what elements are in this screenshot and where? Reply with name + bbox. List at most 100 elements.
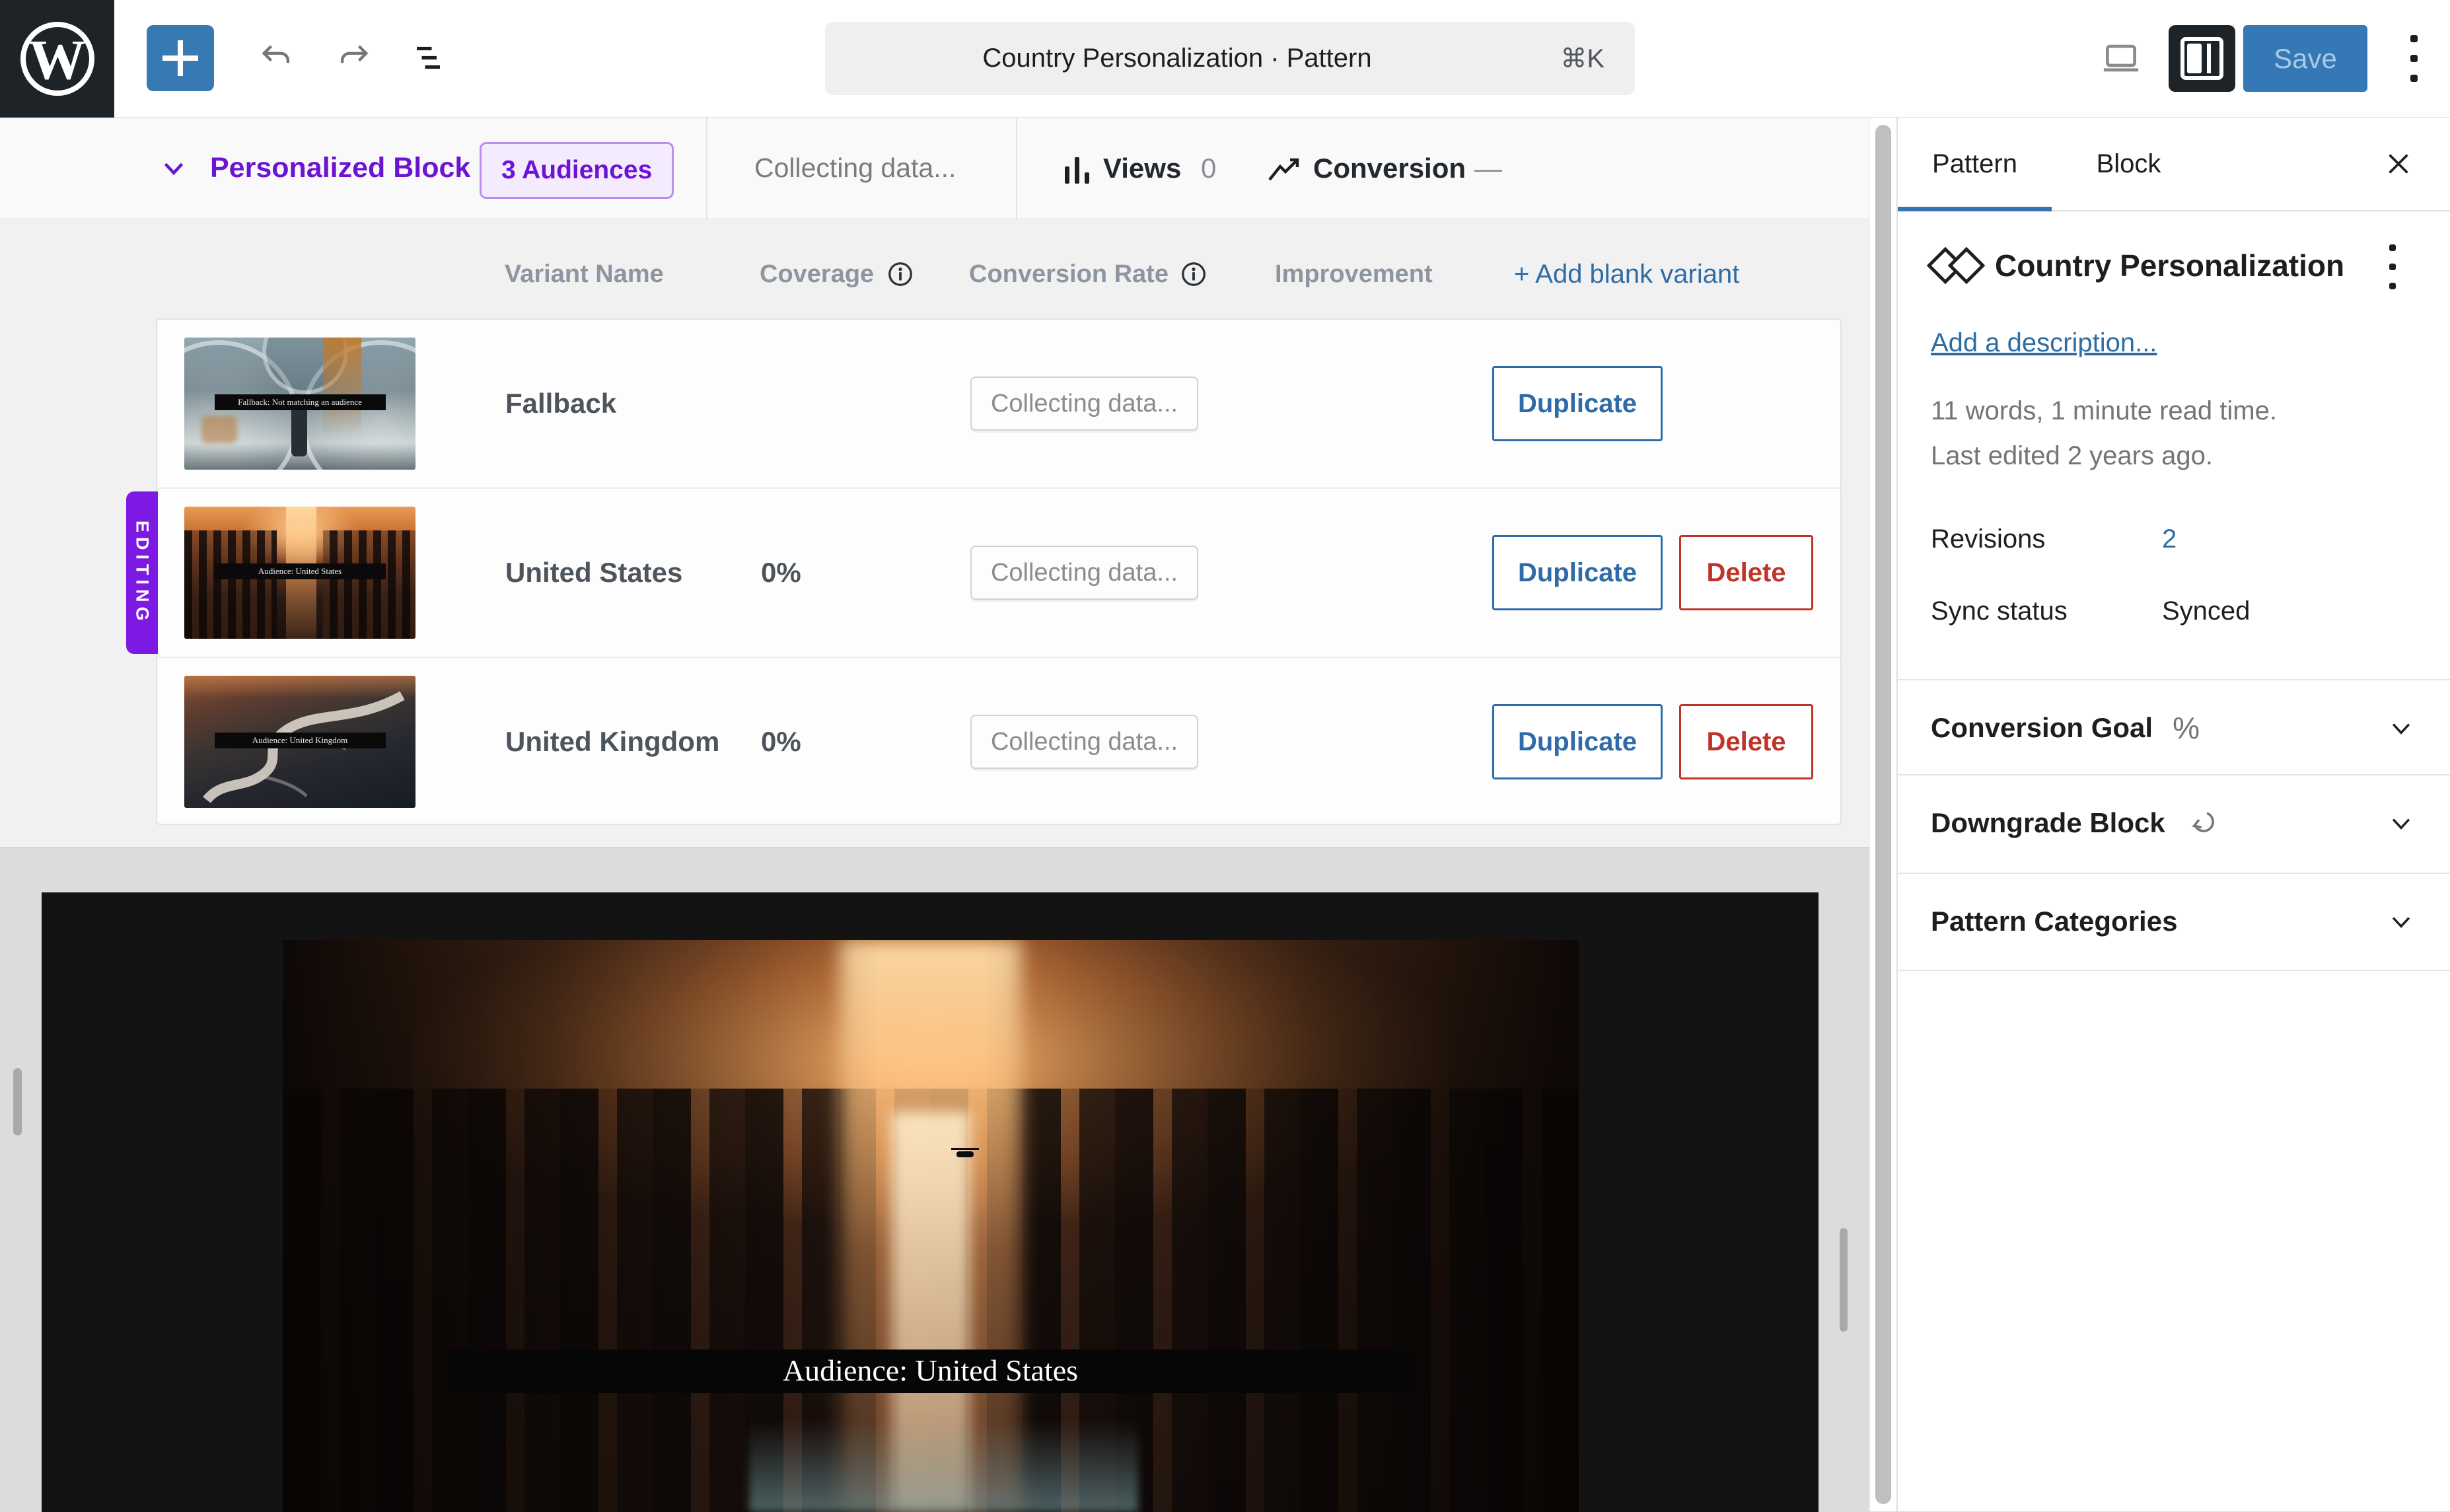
preview-caption: Audience: United States <box>447 1350 1414 1393</box>
return-arrow-icon <box>2185 807 2217 839</box>
preview-frame: Audience: United States <box>42 892 1819 1512</box>
top-bar: W Country Personalization · Pattern ⌘K <box>0 0 2450 118</box>
pattern-symbol-icon <box>1932 248 1989 285</box>
thumbnail-caption: Audience: United Kingdom <box>215 733 386 748</box>
save-button[interactable]: Save <box>2243 25 2367 92</box>
personalized-block-selector[interactable]: Personalized Block <box>210 118 470 219</box>
sync-status-value: Synced <box>2162 596 2250 626</box>
views-metric[interactable]: Views <box>1103 118 1181 219</box>
trending-up-icon <box>1267 157 1304 184</box>
editor-scrollbar-thumb[interactable] <box>1875 125 1891 1504</box>
column-header-variant-name: Variant Name <box>505 259 664 289</box>
collecting-data-button[interactable]: Collecting data... <box>970 715 1198 769</box>
variant-coverage: 0% <box>761 658 801 826</box>
canvas-left-scrollbar[interactable] <box>13 1068 22 1135</box>
sidebar-icon <box>2180 37 2223 80</box>
tab-block[interactable]: Block <box>2052 118 2206 210</box>
document-title: Country Personalization · Pattern <box>825 22 1529 95</box>
column-header-conversion-rate: Conversion Rate <box>969 259 1169 289</box>
chevron-down-icon <box>2387 713 2416 742</box>
preview-image-block[interactable]: Audience: United States <box>283 940 1579 1512</box>
redo-button[interactable] <box>320 25 387 91</box>
word-count-meta: 11 words, 1 minute read time. <box>1931 396 2277 426</box>
add-description-link[interactable]: Add a description... <box>1931 328 2157 358</box>
variant-thumbnail-fallback[interactable]: Fallback: Not matching an audience <box>184 338 415 470</box>
revisions-count-link[interactable]: 2 <box>2162 524 2177 554</box>
bar-chart-icon <box>1065 156 1095 184</box>
chevron-down-icon[interactable] <box>159 153 189 184</box>
pattern-title: Country Personalization <box>1995 211 2344 320</box>
panel-label: Pattern Categories <box>1931 906 2177 937</box>
toolbar-divider <box>1016 118 1017 219</box>
panel-label: Downgrade Block <box>1931 807 2165 839</box>
collecting-data-button[interactable]: Collecting data... <box>970 546 1198 600</box>
panel-pattern-categories[interactable]: Pattern Categories <box>1898 874 2450 969</box>
chevron-down-icon <box>2387 907 2416 936</box>
add-blank-variant-link[interactable]: + Add blank variant <box>1514 259 1739 289</box>
kebab-icon <box>2410 35 2418 82</box>
thumbnail-caption: Fallback: Not matching an audience <box>215 394 386 410</box>
column-header-improvement: Improvement <box>1275 259 1433 289</box>
variant-thumbnail-united-states[interactable]: Audience: United States <box>184 507 415 639</box>
list-view-icon <box>410 38 450 78</box>
variants-section: Variant Name Coverage Conversion Rate Im… <box>0 219 1869 847</box>
delete-button[interactable]: Delete <box>1679 535 1813 610</box>
pattern-header: Country Personalization <box>1898 211 2450 320</box>
conversion-value: — <box>1474 118 1502 219</box>
block-inserter-button[interactable] <box>147 25 214 91</box>
panel-downgrade-block[interactable]: Downgrade Block <box>1898 775 2450 871</box>
editing-badge: EDITING <box>126 491 158 654</box>
collecting-data-status: Collecting data... <box>754 118 956 219</box>
variant-row-united-states: Audience: United States United States 0%… <box>157 489 1840 658</box>
block-toolbar: Personalized Block 3 Audiences Collectin… <box>0 118 1869 219</box>
close-sidebar-button[interactable] <box>2375 140 2422 188</box>
variant-row-united-kingdom: Audience: United Kingdom United Kingdom … <box>157 658 1840 826</box>
info-icon[interactable] <box>886 260 914 288</box>
editor-scrollbar-track <box>1869 118 1897 1511</box>
wordpress-menu-button[interactable]: W <box>0 0 114 118</box>
pattern-options-button[interactable] <box>2369 234 2416 300</box>
variants-card: Fallback: Not matching an audience Fallb… <box>156 318 1842 825</box>
command-shortcut: ⌘K <box>1560 22 1604 95</box>
active-tab-indicator <box>1898 207 2052 211</box>
laptop-icon <box>2099 36 2143 80</box>
settings-sidebar: Pattern Block Country Personalization Ad… <box>1896 118 2450 1511</box>
revisions-label: Revisions <box>1931 524 2045 554</box>
info-icon[interactable] <box>1180 260 1207 288</box>
duplicate-button[interactable]: Duplicate <box>1492 366 1663 441</box>
settings-sidebar-toggle[interactable] <box>2169 25 2235 92</box>
kebab-icon <box>2389 244 2396 289</box>
chevron-down-icon <box>2387 809 2416 838</box>
panel-conversion-goal[interactable]: Conversion Goal % <box>1898 680 2450 775</box>
undo-button[interactable] <box>243 25 310 91</box>
canvas-right-scrollbar[interactable] <box>1840 1228 1848 1332</box>
duplicate-button[interactable]: Duplicate <box>1492 704 1663 779</box>
close-icon <box>2383 149 2414 179</box>
variant-name: Fallback <box>505 320 616 487</box>
undo-icon <box>258 39 296 77</box>
document-overview-button[interactable] <box>396 25 464 91</box>
sidebar-divider <box>1898 970 2450 971</box>
toolbar-divider <box>706 118 707 219</box>
conversion-metric[interactable]: Conversion <box>1313 118 1466 219</box>
variant-coverage: 0% <box>761 489 801 657</box>
variant-row-fallback: Fallback: Not matching an audience Fallb… <box>157 320 1840 489</box>
sync-status-label: Sync status <box>1931 596 2068 626</box>
redo-icon <box>334 39 373 77</box>
preview-button[interactable] <box>2087 25 2155 91</box>
tab-pattern[interactable]: Pattern <box>1898 118 2052 210</box>
variant-name: United Kingdom <box>505 658 719 826</box>
panel-label: Conversion Goal <box>1931 712 2153 744</box>
views-value: 0 <box>1201 118 1216 219</box>
duplicate-button[interactable]: Duplicate <box>1492 535 1663 610</box>
options-menu-button[interactable] <box>2389 25 2439 91</box>
thumbnail-caption: Audience: United States <box>215 563 386 579</box>
audiences-badge[interactable]: 3 Audiences <box>480 142 674 199</box>
variant-thumbnail-united-kingdom[interactable]: Audience: United Kingdom <box>184 676 415 808</box>
collecting-data-button[interactable]: Collecting data... <box>970 377 1198 431</box>
document-title-command-bar[interactable]: Country Personalization · Pattern ⌘K <box>825 22 1635 95</box>
wordpress-logo-icon: W <box>20 22 94 96</box>
sidebar-tabs: Pattern Block <box>1898 118 2450 211</box>
editing-badge-label: EDITING <box>132 521 153 626</box>
delete-button[interactable]: Delete <box>1679 704 1813 779</box>
